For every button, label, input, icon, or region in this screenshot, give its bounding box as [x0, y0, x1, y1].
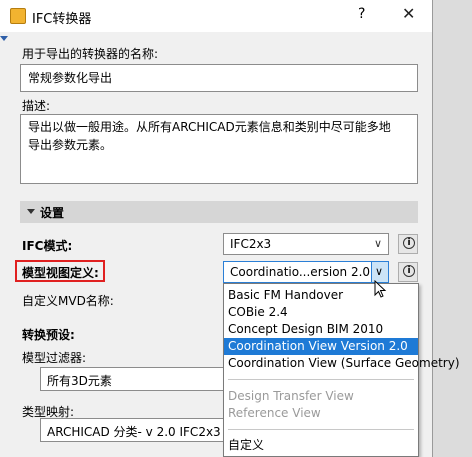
ifc-mode-label: IFC模式: — [22, 239, 73, 253]
model-filter-select[interactable]: 所有3D元素 — [40, 367, 226, 391]
collapse-arrow-icon[interactable] — [0, 36, 8, 41]
description-field[interactable]: 导出以做一般用途。从所有ARCHICAD元素信息和类别中尽可能多地 导出参数元素… — [20, 114, 418, 184]
info-icon[interactable]: i — [398, 234, 418, 254]
preset-label: 转换预设: — [22, 328, 75, 342]
mapping-value: ARCHICAD 分类- v 2.0 IFC2x3 — [47, 425, 221, 439]
separator — [228, 379, 414, 380]
mvd-value: Coordinatio...ersion 2.0 — [230, 265, 371, 279]
separator — [228, 429, 414, 430]
ifc-mode-value: IFC2x3 — [230, 237, 272, 251]
option-basic-fm-handover[interactable]: Basic FM Handover — [224, 287, 418, 304]
settings-section-header[interactable]: 设置 — [20, 201, 418, 223]
mvd-dropdown-list: Basic FM Handover COBie 2.4 Concept Desi… — [223, 283, 460, 457]
chevron-down-icon[interactable]: ∨ — [371, 262, 388, 282]
option-coordination-view[interactable]: Coordination View Version 2.0 — [224, 338, 418, 355]
filter-value: 所有3D元素 — [47, 374, 112, 388]
description-label: 描述: — [22, 99, 51, 113]
window-title: IFC转换器 — [32, 12, 92, 27]
name-field-value: 常规参数化导出 — [28, 71, 113, 85]
help-button[interactable]: ? — [358, 6, 365, 22]
option-coordination-surface[interactable]: Coordination View (Surface Geometry) — [224, 355, 460, 372]
chevron-down-icon: ∨ — [373, 237, 382, 250]
app-icon — [10, 8, 26, 24]
option-custom[interactable]: 自定义 — [224, 437, 418, 454]
mvd-select[interactable]: Coordinatio...ersion 2.0 ∨ — [223, 261, 389, 283]
mouse-cursor-icon — [374, 280, 387, 298]
type-mapping-select[interactable]: ARCHICAD 分类- v 2.0 IFC2x3 — [40, 418, 226, 442]
name-field[interactable]: 常规参数化导出 — [20, 64, 418, 92]
option-concept-design[interactable]: Concept Design BIM 2010 — [224, 321, 418, 338]
description-line-2: 导出参数元素。 — [28, 138, 113, 152]
custom-mvd-label: 自定义MVD名称: — [22, 294, 114, 308]
ifc-mode-select[interactable]: IFC2x3 ∨ — [223, 233, 389, 255]
close-button[interactable]: ✕ — [402, 4, 415, 23]
description-line-1: 导出以做一般用途。从所有ARCHICAD元素信息和类别中尽可能多地 — [28, 120, 391, 134]
option-design-transfer: Design Transfer View — [228, 389, 354, 403]
title-bar: IFC转换器 ? ✕ — [0, 0, 432, 32]
section-title: 设置 — [40, 206, 65, 220]
option-reference-view: Reference View — [228, 406, 321, 420]
name-label: 用于导出的转换器的名称: — [22, 47, 159, 61]
mvd-label: 模型视图定义: — [22, 266, 99, 280]
filter-label: 模型过滤器: — [22, 351, 87, 365]
option-cobie[interactable]: COBie 2.4 — [224, 304, 418, 321]
info-icon[interactable]: i — [398, 262, 418, 282]
expand-triangle-icon — [27, 209, 35, 214]
